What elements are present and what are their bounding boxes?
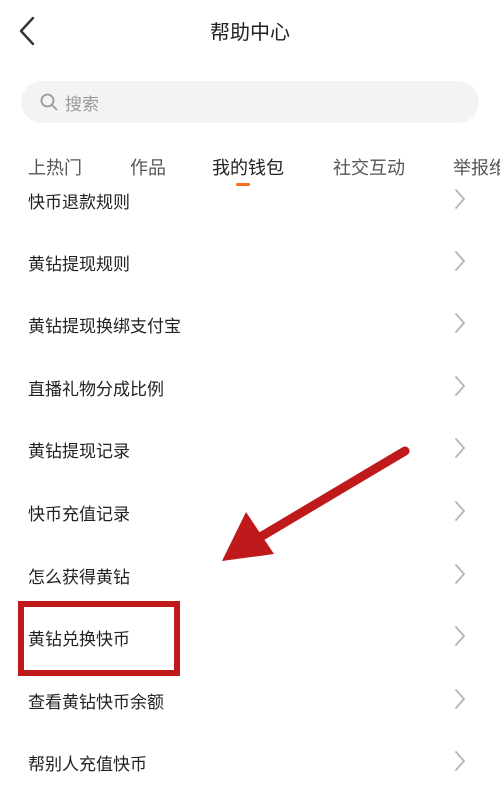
highlight-box: [18, 601, 180, 676]
list-item[interactable]: 快币退款规则: [0, 168, 500, 230]
chevron-right-icon: [455, 189, 465, 209]
chevron-right-icon: [455, 376, 465, 396]
list-item-label: 黄钻提现换绑支付宝: [28, 317, 181, 337]
chevron-right-icon: [455, 751, 465, 771]
chevron-right-icon: [455, 251, 465, 271]
page-title: 帮助中心: [210, 20, 290, 44]
chevron-right-icon: [455, 313, 465, 333]
list-item-label: 黄钻提现记录: [28, 442, 130, 462]
list-item-label: 查看黄钻快币余额: [28, 693, 164, 713]
header-bar: 帮助中心: [0, 0, 500, 64]
chevron-right-icon: [455, 564, 465, 584]
search-icon: [39, 92, 59, 112]
list-item-label: 黄钻提现规则: [28, 255, 130, 275]
chevron-right-icon: [455, 501, 465, 521]
list-item-label: 帮别人充值快币: [28, 755, 147, 775]
search-placeholder: 搜索: [65, 94, 99, 115]
list-item-label: 直播礼物分成比例: [28, 380, 164, 400]
list-item[interactable]: 直播礼物分成比例: [0, 355, 500, 417]
chevron-right-icon: [455, 689, 465, 709]
search-input[interactable]: 搜索: [21, 81, 479, 123]
list-item-label: 怎么获得黄钻: [28, 568, 130, 588]
list-item[interactable]: 查看黄钻快币余额: [0, 668, 500, 730]
list-item-label: 快币充值记录: [28, 505, 130, 525]
chevron-right-icon: [455, 626, 465, 646]
list-item[interactable]: 黄钻提现规则: [0, 230, 500, 292]
chevron-right-icon: [455, 438, 465, 458]
list-item[interactable]: 怎么获得黄钻: [0, 543, 500, 605]
list-item[interactable]: 黄钻提现记录: [0, 417, 500, 479]
list-item[interactable]: 帮别人充值快币: [0, 730, 500, 792]
list-item-label: 快币退款规则: [28, 193, 130, 213]
list-item[interactable]: 黄钻提现换绑支付宝: [0, 292, 500, 354]
list-item[interactable]: 快币充值记录: [0, 480, 500, 542]
